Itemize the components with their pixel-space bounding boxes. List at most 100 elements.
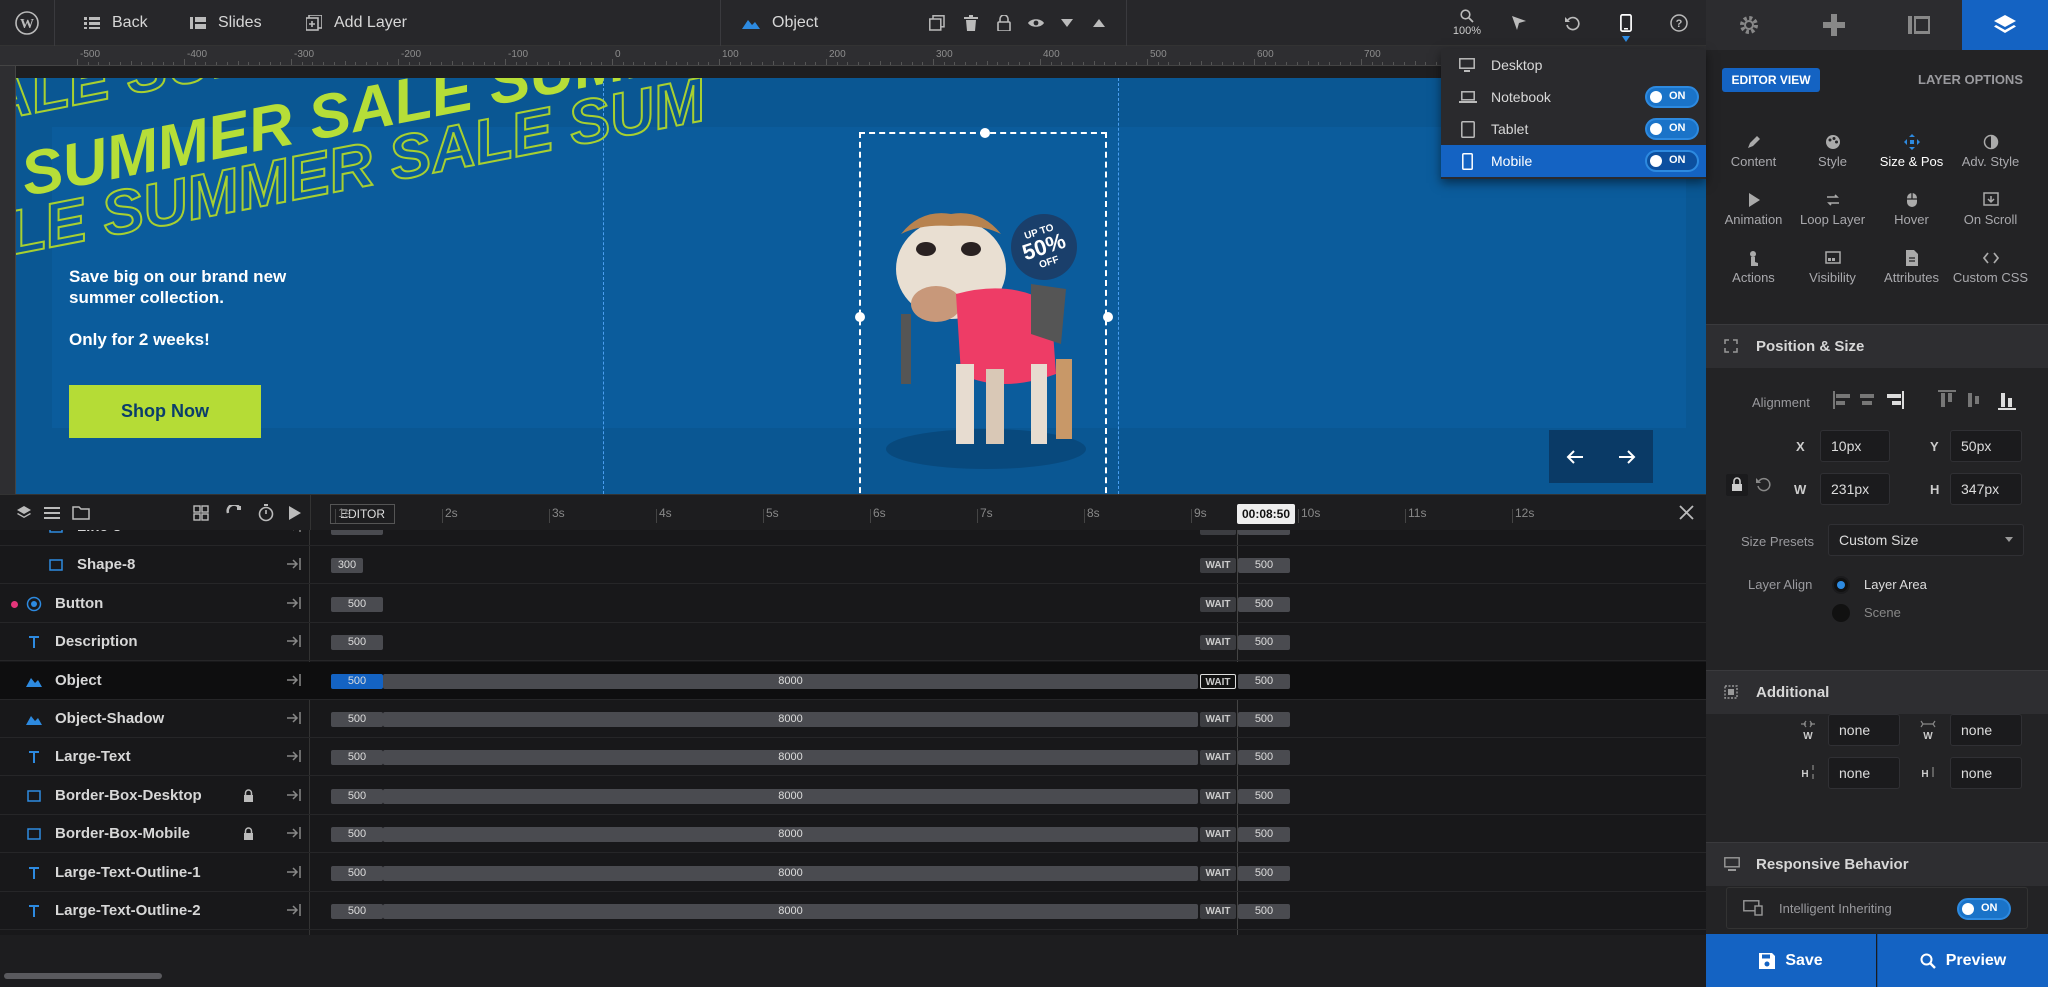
duration-value[interactable]: 8000 <box>383 789 1198 804</box>
help-icon[interactable]: ? <box>1662 0 1696 46</box>
arrow-to-end-icon[interactable] <box>286 711 302 725</box>
timeline-row[interactable]: Large-Text-Outline-1 8000 500 WAIT 500 <box>0 854 1706 892</box>
caret-up-icon[interactable] <box>1082 0 1116 46</box>
resize-handle[interactable] <box>980 128 990 138</box>
layer-name[interactable]: Description <box>55 633 138 650</box>
end-duration[interactable]: 500 <box>1238 865 1290 881</box>
tool-size-pos[interactable]: Size & Pos <box>1872 126 1951 180</box>
end-duration[interactable]: 500 <box>1238 788 1290 804</box>
layer-name[interactable]: Shape-8 <box>77 556 135 573</box>
timeline-row[interactable]: Large-Text 8000 500 WAIT 500 <box>0 738 1706 777</box>
current-layer-selector[interactable]: Object <box>742 0 818 46</box>
additional-section[interactable]: Additional <box>1706 670 2048 714</box>
lock-icon[interactable] <box>243 789 254 802</box>
width-input[interactable]: 231px <box>1820 473 1890 505</box>
arrow-to-end-icon[interactable] <box>286 530 302 533</box>
close-icon[interactable] <box>1679 505 1694 520</box>
timeline-row[interactable]: Border-Box-Desktop 8000 500 WAIT 500 <box>0 777 1706 815</box>
layer-options-label[interactable]: LAYER OPTIONS <box>1918 72 2023 87</box>
timeline-row[interactable]: Button 500 WAIT 500 <box>0 585 1706 623</box>
duration-value[interactable]: 8000 <box>383 904 1198 919</box>
layer-name[interactable]: Border-Box-Mobile <box>55 825 190 842</box>
shop-now-button[interactable]: Shop Now <box>69 385 261 438</box>
height-input[interactable]: 347px <box>1950 473 2022 505</box>
end-duration[interactable]: 500 <box>1238 750 1290 766</box>
align-vertical-icons[interactable] <box>1938 390 2018 410</box>
layer-name[interactable]: Large-Text-Outline-2 <box>55 902 201 919</box>
notebook-toggle[interactable]: ON <box>1645 86 1699 108</box>
start-duration[interactable]: 500 <box>331 673 383 689</box>
lock-icon[interactable] <box>987 0 1021 46</box>
y-position-input[interactable]: 50px <box>1950 430 2022 462</box>
end-duration[interactable]: 500 <box>1238 673 1290 689</box>
align-horizontal-icons[interactable] <box>1832 391 1906 409</box>
duplicate-icon[interactable] <box>920 0 954 46</box>
start-duration[interactable]: 500 <box>331 750 383 766</box>
max-width-input[interactable]: none <box>1950 714 2022 746</box>
caret-down-icon[interactable] <box>1050 0 1084 46</box>
arrow-to-end-icon[interactable] <box>286 788 302 802</box>
description-text[interactable]: Save big on our brand new summer collect… <box>69 266 369 350</box>
duration-value[interactable]: 8000 <box>383 750 1198 765</box>
start-duration[interactable]: 300 <box>331 558 363 574</box>
resize-handle[interactable] <box>855 312 865 322</box>
mobile-device-icon[interactable] <box>1609 0 1643 46</box>
duration-value[interactable]: 8000 <box>383 712 1198 727</box>
reset-size-icon[interactable] <box>1756 476 1772 492</box>
responsive-section[interactable]: Responsive Behavior <box>1706 842 2048 886</box>
wait-label[interactable]: WAIT <box>1200 788 1236 804</box>
layer-name[interactable]: Object <box>55 672 102 689</box>
size-presets-select[interactable]: Custom Size <box>1828 524 2024 556</box>
arrow-to-end-icon[interactable] <box>286 903 302 917</box>
layer-name[interactable]: Border-Box-Desktop <box>55 787 202 804</box>
arrow-to-end-icon[interactable] <box>286 557 302 571</box>
time-scale[interactable]: 1s 2s 3s 4s 5s 6s 7s 8s 9s 10s 11s 12s <box>0 495 1706 531</box>
wait-label[interactable]: WAIT <box>1200 530 1236 535</box>
min-height-input[interactable]: none <box>1828 757 1900 789</box>
arrow-to-end-icon[interactable] <box>286 749 302 763</box>
start-duration[interactable]: 500 <box>331 530 383 535</box>
tablet-toggle[interactable]: ON <box>1645 118 1699 140</box>
scene-radio[interactable] <box>1832 604 1850 622</box>
preview-button[interactable]: Preview <box>1877 934 2048 987</box>
end-duration[interactable]: 500 <box>1238 558 1290 574</box>
timeline-row[interactable]: Line-3500WAIT500 <box>0 530 1706 546</box>
eye-icon[interactable] <box>1019 0 1053 46</box>
start-duration[interactable]: 500 <box>331 635 383 651</box>
undo-icon[interactable] <box>1556 0 1590 46</box>
arrow-to-end-icon[interactable] <box>286 634 302 648</box>
mobile-toggle[interactable]: ON <box>1645 150 1699 172</box>
start-duration[interactable]: 500 <box>331 712 383 727</box>
slides-button[interactable]: Slides <box>190 0 262 46</box>
layer-name[interactable]: Large-Text <box>55 748 131 765</box>
start-duration[interactable]: 500 <box>331 865 383 881</box>
start-duration[interactable]: 500 <box>331 596 383 612</box>
max-height-input[interactable]: none <box>1950 757 2022 789</box>
intelligent-inheriting-toggle[interactable]: ON <box>1957 898 2011 920</box>
timeline-row[interactable]: Large-Text-Outline-2 8000 500 WAIT 500 <box>0 892 1706 930</box>
device-desktop-item[interactable]: Desktop <box>1441 49 1706 81</box>
layers-tab[interactable] <box>1962 0 2048 50</box>
layer-name[interactable]: Large-Text-Outline-1 <box>55 864 201 881</box>
duration-value[interactable]: 8000 <box>383 674 1198 689</box>
trash-icon[interactable] <box>954 0 988 46</box>
end-duration[interactable]: 500 <box>1238 712 1290 727</box>
editor-view-button[interactable]: EDITOR VIEW <box>1722 68 1820 92</box>
device-notebook-item[interactable]: Notebook ON <box>1441 81 1706 113</box>
arrow-to-end-icon[interactable] <box>286 596 302 610</box>
wait-label[interactable]: WAIT <box>1200 596 1236 612</box>
arrow-right-icon[interactable] <box>1618 449 1636 465</box>
layer-area-radio[interactable] <box>1832 576 1850 594</box>
layer-name[interactable]: Button <box>55 595 103 612</box>
wordpress-logo-icon[interactable]: W <box>10 0 44 46</box>
arrow-left-icon[interactable] <box>1566 449 1584 465</box>
tool-visibility[interactable]: Visibility <box>1793 242 1872 296</box>
back-button[interactable]: Back <box>84 0 148 46</box>
wait-label[interactable]: WAIT <box>1200 904 1236 919</box>
tool-hover[interactable]: Hover <box>1872 184 1951 238</box>
timeline-row[interactable]: Border-Box-Mobile 8000 500 WAIT 500 <box>0 815 1706 854</box>
slide-tab[interactable] <box>1876 0 1962 50</box>
timeline-row[interactable]: Object 8000 500 WAIT 500 <box>0 661 1706 700</box>
layer-name[interactable]: Line-3 <box>77 530 121 535</box>
horizontal-scrollbar[interactable] <box>4 973 162 979</box>
